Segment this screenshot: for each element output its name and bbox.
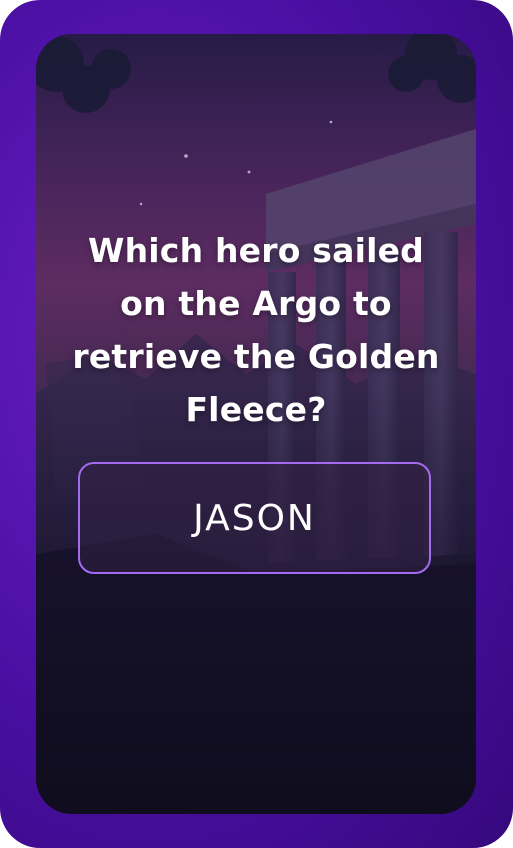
quiz-card: Which hero sailed on the Argo to retriev… [36,34,476,814]
answer-button[interactable]: JASON [78,462,431,574]
question-text: Which hero sailed on the Argo to retriev… [72,231,440,429]
device-frame: Which hero sailed on the Argo to retriev… [0,0,513,848]
answer-label: JASON [193,497,316,539]
